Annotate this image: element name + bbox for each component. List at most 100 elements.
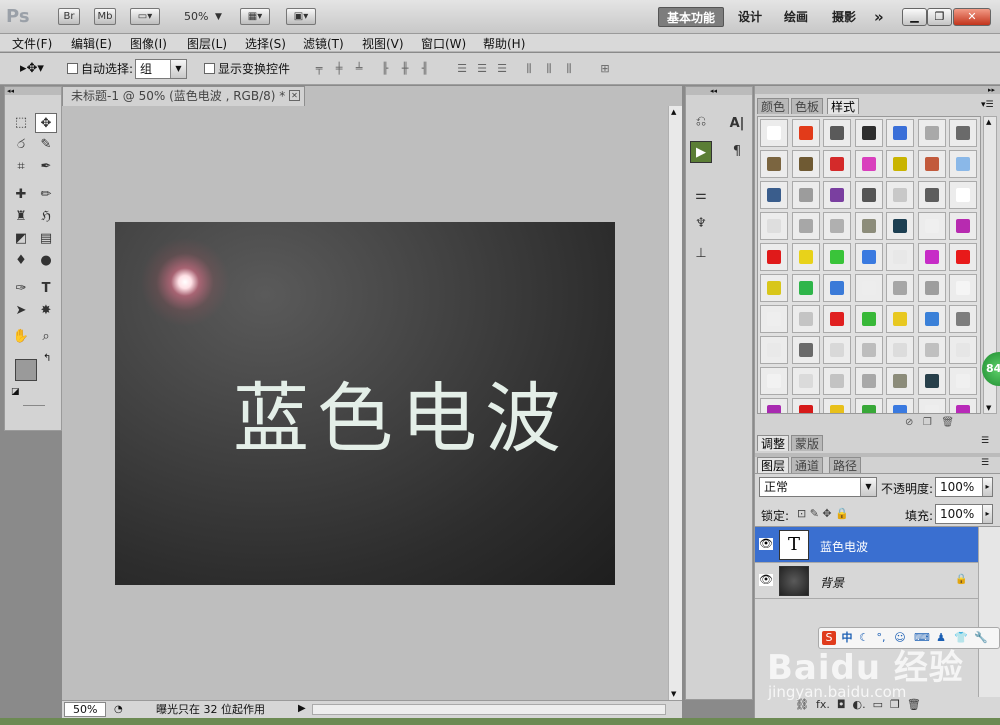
layer-row-background[interactable]: 👁 背景 🔒: [755, 563, 978, 599]
menu-help[interactable]: 帮助(H): [483, 35, 525, 52]
minimize-icon[interactable]: ▁: [902, 8, 927, 26]
document-tab[interactable]: 未标题-1 @ 50% (蓝色电波 , RGB/8) * ✕: [62, 86, 305, 106]
dodge-tool-icon[interactable]: ●: [35, 251, 57, 271]
restore-icon[interactable]: ❐: [927, 8, 952, 26]
close-icon[interactable]: ✕: [953, 8, 991, 26]
horizontal-scrollbar[interactable]: [312, 704, 666, 715]
workspace-photography[interactable]: 摄影: [824, 7, 864, 27]
auto-select-checkbox[interactable]: [67, 63, 78, 74]
chevron-down-icon[interactable]: ▼: [215, 12, 222, 22]
style-swatch[interactable]: [886, 119, 914, 147]
default-colors-icon[interactable]: ◪: [11, 387, 20, 397]
style-swatch[interactable]: [760, 398, 788, 413]
style-swatch[interactable]: [917, 150, 946, 178]
style-swatch[interactable]: [886, 274, 914, 302]
pen-tool-icon[interactable]: ✑: [10, 279, 32, 299]
style-swatch[interactable]: [791, 243, 820, 271]
distribute-left-icon[interactable]: ⫼: [522, 62, 536, 76]
healing-brush-tool-icon[interactable]: ✚: [10, 185, 32, 205]
scroll-down-icon[interactable]: ▼: [986, 404, 991, 412]
style-swatch[interactable]: [917, 119, 946, 147]
hand-tool-icon[interactable]: ✋: [10, 327, 32, 347]
style-swatch[interactable]: [949, 367, 977, 395]
style-swatch[interactable]: [949, 150, 977, 178]
style-swatch[interactable]: [949, 336, 977, 364]
opacity-field[interactable]: 100% ▸: [935, 477, 993, 497]
style-swatch[interactable]: [760, 119, 788, 147]
lasso-tool-icon[interactable]: ර: [10, 135, 32, 155]
menu-file[interactable]: 文件(F): [12, 35, 52, 52]
style-swatch[interactable]: [949, 119, 977, 147]
style-swatch[interactable]: [823, 181, 851, 209]
paragraph-panel-icon[interactable]: ¶: [726, 141, 748, 163]
style-swatch[interactable]: [760, 243, 788, 271]
panel-collapse-icon[interactable]: ◂◂: [5, 87, 61, 95]
style-swatch[interactable]: [886, 243, 914, 271]
path-select-tool-icon[interactable]: ➤: [10, 301, 32, 321]
vertical-scrollbar[interactable]: ▲ ▼: [668, 106, 682, 700]
quick-select-tool-icon[interactable]: ✎: [35, 135, 57, 155]
tab-adjustments[interactable]: 调整: [757, 435, 790, 451]
menu-layer[interactable]: 图层(L): [187, 35, 227, 52]
style-swatch[interactable]: [886, 212, 914, 240]
style-swatch[interactable]: [823, 367, 851, 395]
type-tool-icon[interactable]: T: [35, 279, 57, 299]
view-extras-button[interactable]: ▭▾: [130, 8, 160, 25]
style-swatch[interactable]: [791, 305, 820, 333]
style-swatch[interactable]: [886, 367, 914, 395]
distribute-bottom-icon[interactable]: ☰: [495, 62, 509, 76]
menu-filter[interactable]: 滤镜(T): [303, 35, 344, 52]
style-swatch[interactable]: [886, 336, 914, 364]
scroll-up-icon[interactable]: ▲: [671, 108, 676, 116]
style-swatch[interactable]: [917, 181, 946, 209]
workspace-essentials[interactable]: 基本功能: [658, 7, 725, 27]
tool-presets-icon[interactable]: ⊥: [690, 243, 712, 265]
style-swatch[interactable]: [823, 398, 851, 413]
screen-mode-button[interactable]: ▣▾: [286, 8, 316, 25]
zoom-field[interactable]: 50%: [64, 702, 106, 717]
eye-icon[interactable]: 👁: [759, 574, 773, 586]
workspace-design[interactable]: 设计: [730, 7, 770, 27]
style-swatch[interactable]: [854, 274, 883, 302]
style-swatch[interactable]: [854, 181, 883, 209]
workspace-painting[interactable]: 绘画: [776, 7, 816, 27]
menu-image[interactable]: 图像(I): [130, 35, 167, 52]
marquee-tool-icon[interactable]: ⬚: [10, 113, 32, 133]
style-swatch[interactable]: [854, 305, 883, 333]
style-swatch[interactable]: [917, 305, 946, 333]
history-brush-tool-icon[interactable]: ℌ: [35, 207, 57, 227]
style-swatch[interactable]: [854, 243, 883, 271]
layers-scrollbar[interactable]: [978, 527, 1000, 697]
tab-masks[interactable]: 蒙版: [791, 435, 824, 451]
wrench-icon[interactable]: 🔧: [974, 631, 988, 645]
proof-icon[interactable]: ◔: [114, 702, 123, 718]
style-swatch[interactable]: [917, 336, 946, 364]
style-swatch[interactable]: [854, 119, 883, 147]
style-swatch[interactable]: [823, 336, 851, 364]
align-vcenter-icon[interactable]: ╪: [332, 62, 346, 76]
style-swatch[interactable]: [886, 150, 914, 178]
style-swatch[interactable]: [823, 305, 851, 333]
blend-mode-dropdown[interactable]: 正常 ▼: [759, 477, 877, 497]
style-swatch[interactable]: [949, 305, 977, 333]
shape-tool-icon[interactable]: ✸: [35, 301, 57, 321]
style-swatch[interactable]: [886, 305, 914, 333]
style-swatch[interactable]: [917, 212, 946, 240]
lock-icons[interactable]: ⊡ ✎ ✥ 🔒: [797, 507, 849, 520]
character-panel-icon[interactable]: A|: [726, 113, 748, 135]
blur-tool-icon[interactable]: ♦: [10, 251, 32, 271]
style-swatch[interactable]: [917, 274, 946, 302]
bridge-button[interactable]: Br: [58, 8, 80, 25]
style-swatch[interactable]: [760, 150, 788, 178]
style-swatch[interactable]: [949, 243, 977, 271]
style-swatch[interactable]: [791, 367, 820, 395]
status-menu-arrow-icon[interactable]: ▶: [298, 701, 306, 717]
foreground-color-swatch[interactable]: [15, 359, 37, 381]
crop-tool-icon[interactable]: ⌗: [10, 157, 32, 177]
swap-colors-icon[interactable]: ↰: [43, 353, 51, 364]
style-swatch[interactable]: [791, 398, 820, 413]
tab-paths[interactable]: 路径: [829, 457, 862, 473]
show-transform-checkbox[interactable]: [204, 63, 215, 74]
distribute-right-icon[interactable]: ⫼: [562, 62, 576, 76]
style-swatch[interactable]: [760, 367, 788, 395]
